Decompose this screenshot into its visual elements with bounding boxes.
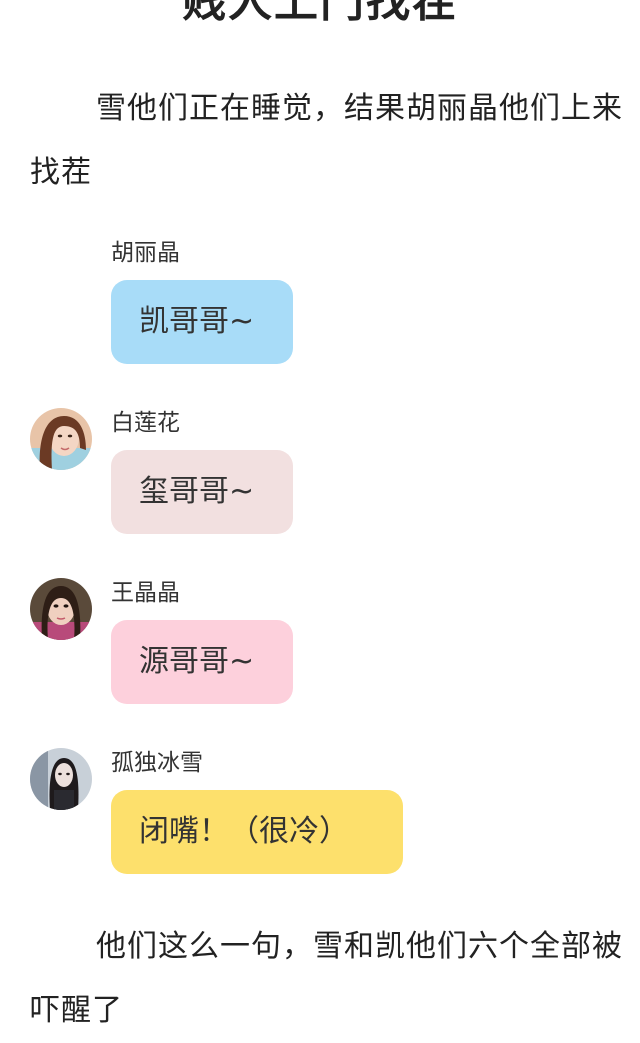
avatar (30, 578, 92, 640)
sender-name: 胡丽晶 (111, 240, 180, 266)
sender-name: 孤独冰雪 (111, 750, 203, 776)
chat-bubble: 凯哥哥~ (111, 280, 293, 364)
sender-name: 王晶晶 (111, 580, 180, 606)
chat-bubble: 闭嘴！（很冷） (111, 790, 403, 874)
chat-bubble: 源哥哥~ (111, 620, 293, 704)
avatar (30, 408, 92, 470)
sender-name: 白莲花 (111, 410, 180, 436)
chat-bubble: 玺哥哥~ (111, 450, 293, 534)
avatar (30, 748, 92, 810)
chapter-title: 贱人上门找茬 (182, 0, 458, 27)
intro-paragraph: 雪他们正在睡觉，结果胡丽晶他们上来找茬 (30, 91, 623, 190)
outro-paragraph: 他们这么一句，雪和凯他们六个全部被吓醒了 (30, 929, 623, 1028)
